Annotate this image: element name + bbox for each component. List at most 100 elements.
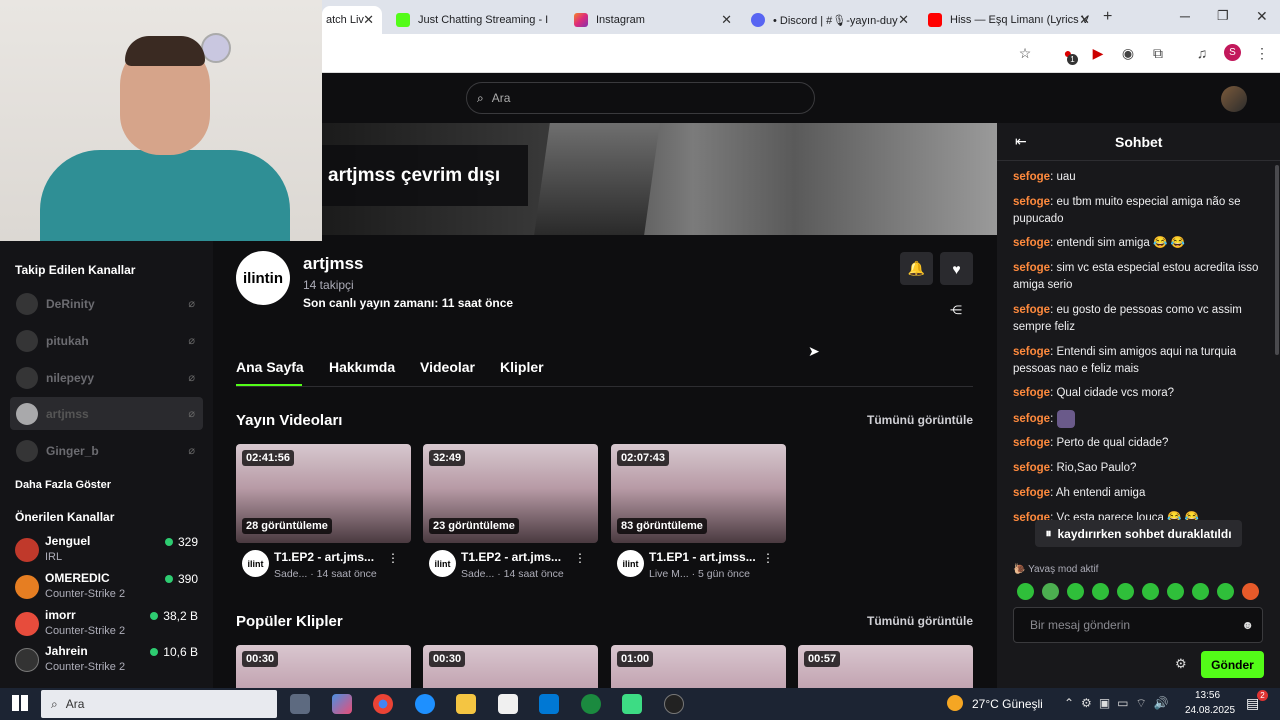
extension-icon[interactable]: ◉ [1120, 45, 1136, 61]
channel-logo[interactable]: ilintin [236, 251, 290, 305]
tab-divider [236, 386, 973, 387]
system-tray-icons[interactable]: ⌃⚙▣▭⌔🔊 [1064, 696, 1176, 711]
task-view-icon[interactable] [290, 694, 310, 714]
emote-icon[interactable] [1067, 583, 1084, 600]
emote-icon[interactable] [1167, 583, 1184, 600]
clip-card[interactable]: 00:30 [236, 645, 411, 688]
chrome-icon[interactable] [373, 694, 393, 714]
tab-label: atch Liv [326, 14, 364, 26]
video-views: 83 görüntüleme [617, 518, 707, 534]
edge-icon[interactable] [415, 694, 435, 714]
clip-card[interactable]: 00:30 [423, 645, 598, 688]
video-duration: 32:49 [429, 450, 466, 466]
video-card[interactable]: 32:49 23 görüntüleme ilint T1.EP2 - art.… [423, 444, 598, 584]
more-options-icon[interactable]: ⋮ [574, 551, 586, 565]
window-close-button[interactable]: ✕ [1256, 8, 1268, 25]
chat-message: sefoge: [1013, 410, 1263, 428]
close-icon[interactable]: ✕ [721, 12, 732, 28]
video-card[interactable]: 02:07:43 83 görüntüleme ilint T1.EP1 - a… [611, 444, 786, 584]
menu-icon[interactable]: ⋮ [1254, 45, 1270, 61]
chat-paused-banner[interactable]: ⏸ kaydırırken sohbet duraklatıldı [1035, 520, 1242, 547]
send-button[interactable]: Gönder [1201, 651, 1264, 678]
file-explorer-icon[interactable] [456, 694, 476, 714]
video-card[interactable]: 02:41:56 28 görüntüleme ilint T1.EP2 - a… [236, 444, 411, 584]
share-icon[interactable]: ⋲ [950, 303, 962, 317]
tab-home[interactable]: Ana Sayfa [236, 359, 304, 375]
see-all-videos-link[interactable]: Tümünü görüntüle [867, 413, 973, 427]
store-icon[interactable] [498, 694, 518, 714]
clip-card[interactable]: 01:00 [611, 645, 786, 688]
taskbar-search-input[interactable]: ⌕ Ara [41, 690, 277, 718]
viewer-count: 390 [164, 572, 198, 586]
gear-icon[interactable]: ⚙ [1175, 656, 1187, 672]
recommended-item-jenguel[interactable]: Jenguel IRL 329 [15, 534, 205, 570]
tab-youtube[interactable]: Hiss — Eşq Limanı (Lyrics V ✕ [920, 6, 1098, 34]
recommended-item-omeredic[interactable]: OMEREDIC Counter-Strike 2 390 [15, 571, 205, 607]
video-title[interactable]: T1.EP2 - art.jms... [461, 550, 561, 564]
tab-instagram[interactable]: Instagram ✕ [566, 6, 740, 34]
sidebar-item-ginger-b[interactable]: Ginger_b ⌀ [10, 434, 203, 467]
clip-card[interactable]: 00:57 [798, 645, 973, 688]
scrollbar[interactable] [1275, 165, 1279, 355]
recommended-channels-title: Önerilen Kanallar [15, 510, 115, 524]
weather-text[interactable]: 27°C Güneşli [972, 697, 1043, 711]
star-icon[interactable]: ☆ [1017, 45, 1033, 61]
emote-icon[interactable] [1017, 583, 1034, 600]
emote-icon[interactable] [1142, 583, 1159, 600]
sidebar-item-pitukah[interactable]: pitukah ⌀ [10, 324, 203, 357]
close-icon[interactable]: ✕ [1079, 12, 1090, 28]
avatar [16, 292, 38, 315]
emote-icon[interactable] [1092, 583, 1109, 600]
upwork-icon[interactable] [581, 694, 601, 714]
maximize-button[interactable]: ❐ [1217, 8, 1229, 24]
tab-kick-live[interactable]: atch Liv ✕ [322, 6, 382, 34]
pause-icon: ⏸ [1045, 526, 1052, 540]
tab-about[interactable]: Hakkımda [329, 359, 395, 375]
show-more-link[interactable]: Daha Fazla Göster [15, 479, 111, 491]
notification-bell-button[interactable]: 🔔 [900, 252, 933, 285]
chat-title: Sohbet [1115, 134, 1163, 150]
follow-heart-button[interactable]: ♥ [940, 252, 973, 285]
copilot-icon[interactable] [332, 694, 352, 714]
chat-input-placeholder: Bir mesaj gönderin [1030, 618, 1131, 632]
search-input[interactable]: ⌕ Ara [466, 82, 815, 114]
tab-videos[interactable]: Videolar [420, 359, 475, 375]
collapse-chat-icon[interactable]: ⇤ [1015, 133, 1027, 150]
sidebar-item-artjmss[interactable]: artjmss ⌀ [10, 397, 203, 430]
more-options-icon[interactable]: ⋮ [762, 551, 774, 565]
clock-time[interactable]: 13:56 [1195, 690, 1220, 701]
more-options-icon[interactable]: ⋮ [387, 551, 399, 565]
tab-discord[interactable]: • Discord | #🎙-yayın-duy ✕ [743, 6, 917, 34]
youtube-ext-icon[interactable]: ▶ [1090, 45, 1106, 61]
emote-icon[interactable] [1242, 583, 1259, 600]
channel-category: Counter-Strike 2 [45, 588, 126, 600]
clock-date[interactable]: 24.08.2025 [1185, 705, 1235, 716]
recommended-item-imorr[interactable]: imorr Counter-Strike 2 38,2 B [15, 608, 205, 644]
sidebar-item-derinity[interactable]: DeRinity ⌀ [10, 287, 203, 320]
new-tab-button[interactable]: + [1103, 8, 1112, 26]
emote-icon[interactable] [1117, 583, 1134, 600]
profile-avatar[interactable]: S [1224, 44, 1241, 61]
sidebar-item-nilepeyy[interactable]: nilepeyy ⌀ [10, 361, 203, 394]
emote-icon[interactable] [1042, 583, 1059, 600]
android-icon[interactable] [622, 694, 642, 714]
minimize-button[interactable]: ─ [1180, 8, 1190, 24]
emoji-icon[interactable]: ☻ [1241, 618, 1254, 632]
tab-just-chatting[interactable]: Just Chatting Streaming - I [388, 6, 564, 34]
video-title[interactable]: T1.EP2 - art.jms... [274, 550, 374, 564]
emote-icon[interactable] [1217, 583, 1234, 600]
user-avatar[interactable] [1221, 86, 1247, 112]
see-all-clips-link[interactable]: Tümünü görüntüle [867, 614, 973, 628]
video-title[interactable]: T1.EP1 - art.jmss... [649, 550, 756, 564]
recommended-item-jahrein[interactable]: Jahrein Counter-Strike 2 10,6 B [15, 644, 205, 680]
app-icon[interactable] [664, 694, 684, 714]
close-icon[interactable]: ✕ [363, 12, 374, 28]
outlook-icon[interactable] [539, 694, 559, 714]
chat-message-input[interactable]: Bir mesaj gönderin ☻ [1013, 607, 1263, 643]
windows-start-icon[interactable] [12, 695, 28, 711]
puzzle-icon[interactable]: ⧉ [1150, 45, 1166, 61]
media-icon[interactable]: ♫ [1194, 45, 1210, 61]
tab-clips[interactable]: Klipler [500, 359, 544, 375]
close-icon[interactable]: ✕ [898, 12, 909, 28]
emote-icon[interactable] [1192, 583, 1209, 600]
